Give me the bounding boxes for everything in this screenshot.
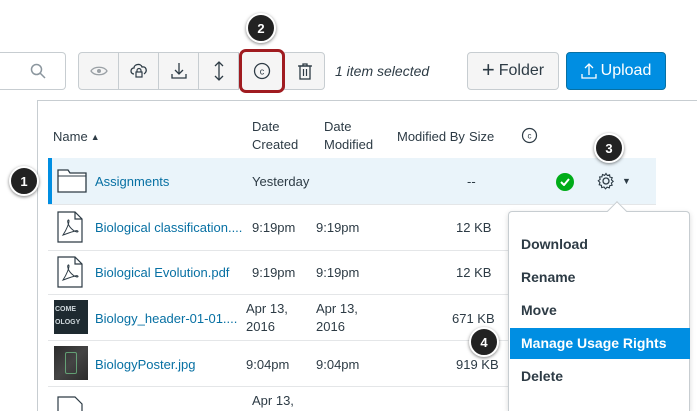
preview-button[interactable] — [78, 52, 119, 90]
callout-badge: 2 — [246, 13, 276, 43]
add-folder-label: Folder — [498, 62, 545, 79]
upload-icon — [580, 63, 597, 79]
file-size: 12 KB — [456, 265, 492, 280]
folder-icon — [57, 169, 87, 193]
date-created: Yesterday — [252, 174, 310, 189]
plus-icon: + — [481, 57, 495, 82]
file-size: -- — [467, 174, 476, 189]
search-icon — [30, 63, 46, 79]
pdf-file-icon — [57, 211, 83, 243]
pdf-file-icon — [57, 256, 83, 288]
date-created: Apr 13, — [252, 393, 294, 408]
menu-item-delete[interactable]: Delete — [510, 361, 690, 392]
column-header-date-modified[interactable]: Date Modified — [324, 118, 373, 154]
menu-item-download[interactable]: Download — [510, 229, 690, 260]
date-modified: 9:19pm — [316, 220, 360, 235]
file-name-link[interactable]: Assignments — [95, 173, 169, 191]
callout-badge: 4 — [469, 327, 499, 357]
chevron-down-icon[interactable]: ▼ — [622, 176, 631, 186]
upload-label: Upload — [600, 62, 652, 79]
column-header-date-modified-line1: Date — [324, 119, 352, 134]
file-size: 919 KB — [456, 357, 499, 372]
trash-icon — [297, 63, 312, 80]
delete-button[interactable] — [284, 52, 325, 90]
image-thumbnail: COME OLOGY — [54, 300, 88, 334]
file-name-link[interactable]: BiologyPoster.jpg — [95, 356, 195, 374]
preview-icon — [89, 66, 108, 76]
file-size: 671 KB — [452, 311, 495, 326]
svg-text:c: c — [528, 132, 532, 141]
column-header-name-label: Name — [53, 129, 88, 144]
restrict-access-button[interactable] — [118, 52, 159, 90]
date-created: 9:19pm — [252, 220, 296, 235]
toolbar-divider — [37, 100, 697, 101]
sort-ascending-icon: ▲ — [90, 132, 100, 142]
column-header-modified-by[interactable]: Modified By — [397, 128, 465, 146]
gear-icon[interactable] — [597, 172, 615, 190]
date-created-line1: Apr 13, — [246, 301, 288, 316]
published-check-icon[interactable] — [556, 173, 574, 191]
row-divider — [48, 204, 656, 205]
date-created-line2: 2016 — [246, 319, 275, 334]
menu-item-manage-usage-rights[interactable]: Manage Usage Rights — [510, 328, 690, 359]
column-header-size[interactable]: Size — [469, 128, 494, 146]
search-box[interactable] — [0, 52, 66, 90]
move-icon — [214, 61, 223, 81]
selection-count: 1 item selected — [335, 63, 430, 79]
file-name-link[interactable]: Biology_header-01-01.... — [95, 310, 237, 328]
download-icon — [170, 63, 187, 79]
files-page: c 1 item selected + Folder Upload Name ▲ … — [0, 0, 697, 411]
column-header-date-created-line1: Date — [252, 119, 280, 134]
date-created: 9:04pm — [246, 357, 290, 372]
usage-rights-column-icon: c — [521, 127, 538, 144]
file-name-link[interactable]: Biological Evolution.pdf — [95, 264, 229, 282]
move-button[interactable] — [198, 52, 239, 90]
callout-badge: 3 — [594, 133, 624, 163]
add-folder-button[interactable]: + Folder — [467, 52, 559, 90]
svg-text:c: c — [260, 67, 265, 77]
file-size: 12 KB — [456, 220, 492, 235]
date-created: 9:19pm — [252, 265, 296, 280]
date-modified-line2: 2016 — [316, 319, 345, 334]
download-button[interactable] — [158, 52, 199, 90]
thumbnail-text-line1: COME — [55, 306, 76, 313]
manage-usage-rights-button[interactable]: c — [239, 49, 285, 93]
image-thumbnail — [54, 346, 88, 380]
folder-tree-divider — [37, 100, 38, 411]
column-header-name[interactable]: Name ▲ — [53, 128, 100, 146]
copyright-icon: c — [253, 62, 271, 80]
menu-item-rename[interactable]: Rename — [510, 262, 690, 293]
file-name-link[interactable]: Biological classification.... — [95, 219, 242, 237]
date-modified: 9:04pm — [316, 357, 360, 372]
thumbnail-text-line2: OLOGY — [55, 319, 81, 326]
upload-button[interactable]: Upload — [566, 52, 666, 90]
column-header-date-modified-line2: Modified — [324, 137, 374, 152]
column-header-date-created[interactable]: Date Created — [252, 118, 298, 154]
callout-badge: 1 — [9, 166, 39, 196]
menu-item-move[interactable]: Move — [510, 295, 690, 326]
column-header-date-created-line2: Created — [252, 137, 299, 152]
date-modified-line1: Apr 13, — [316, 301, 358, 316]
file-actions-menu: Download Rename Move Manage Usage Rights… — [508, 211, 690, 411]
date-modified: 9:19pm — [316, 265, 360, 280]
pdf-file-icon — [57, 396, 83, 411]
cloud-lock-icon — [129, 63, 147, 78]
